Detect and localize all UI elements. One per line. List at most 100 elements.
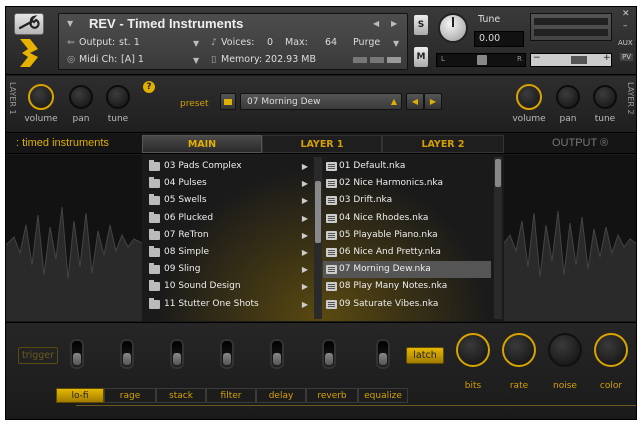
bits-knob[interactable] xyxy=(456,333,490,367)
folder-scroll-thumb[interactable] xyxy=(315,181,321,243)
purge-dropdown-icon[interactable]: ▼ xyxy=(393,39,399,48)
fx-tab-filter[interactable]: filter xyxy=(206,388,256,403)
preset-dropdown-icon[interactable]: ▲ xyxy=(391,94,397,110)
help-icon[interactable]: ? xyxy=(143,81,155,93)
aux-button[interactable]: AUX xyxy=(618,39,633,47)
trigger-button[interactable]: trigger xyxy=(18,347,58,364)
voices-value: 0 xyxy=(267,37,274,48)
fx-tab-equalize[interactable]: equalize xyxy=(358,388,408,403)
file-item[interactable]: 05 Playable Piano.nka xyxy=(323,227,491,244)
step-toggle[interactable] xyxy=(170,339,184,369)
file-item[interactable]: 06 Nice And Pretty.nka xyxy=(323,244,491,261)
minimize-icon[interactable]: – xyxy=(623,21,628,31)
chevron-right-icon: ▶ xyxy=(301,230,308,240)
folder-item[interactable]: 06 Plucked ▶ xyxy=(144,210,312,227)
layer1-pan-knob[interactable] xyxy=(69,85,93,109)
tab-output[interactable]: OUTPUT ® xyxy=(552,137,608,149)
folder-scrollbar[interactable] xyxy=(314,157,322,319)
voices-label: Voices: xyxy=(221,37,255,48)
fx-tab-rage[interactable]: rage xyxy=(104,388,156,403)
file-item[interactable]: 07 Morning Dew.nka xyxy=(323,261,491,279)
file-item[interactable]: 08 Play Many Notes.nka xyxy=(323,278,491,295)
folder-icon xyxy=(149,228,160,240)
preset-folder-icon[interactable] xyxy=(220,93,236,110)
wrench-icon[interactable] xyxy=(14,13,44,35)
fx-tab-reverb[interactable]: reverb xyxy=(306,388,358,403)
file-item[interactable]: 01 Default.nka xyxy=(323,158,491,175)
file-item[interactable]: 04 Nice Rhodes.nka xyxy=(323,210,491,227)
folder-item[interactable]: 08 Simple ▶ xyxy=(144,244,312,261)
folder-item[interactable]: 09 Sling ▶ xyxy=(144,261,312,278)
pan-handle[interactable] xyxy=(477,55,487,65)
chevron-right-icon: ▶ xyxy=(301,213,308,223)
file-item[interactable]: 09 Saturate Vibes.nka xyxy=(323,296,491,313)
fx-tab-lo-fi[interactable]: lo-fi xyxy=(56,388,104,403)
purge-menu[interactable]: Purge xyxy=(353,37,380,48)
color-knob[interactable] xyxy=(594,333,628,367)
volume-slider[interactable]: − + xyxy=(530,53,612,67)
fx-tab-delay[interactable]: delay xyxy=(256,388,306,403)
volume-handle[interactable] xyxy=(571,56,587,64)
next-instrument-icon[interactable]: ▶ xyxy=(391,19,397,28)
layer2-volume-knob[interactable] xyxy=(516,84,542,110)
fx-tab-stack[interactable]: stack xyxy=(156,388,206,403)
mute-button[interactable]: M xyxy=(414,47,428,67)
tab-layer1[interactable]: LAYER 1 xyxy=(262,135,382,153)
pan-slider[interactable]: L R xyxy=(436,53,526,67)
folder-item[interactable]: 04 Pulses ▶ xyxy=(144,175,312,192)
preset-file-icon xyxy=(326,179,337,189)
close-icon[interactable]: ✕ xyxy=(622,9,630,19)
layer2-tune-knob[interactable] xyxy=(593,85,617,109)
tab-main[interactable]: MAIN xyxy=(142,135,262,153)
step-toggle[interactable] xyxy=(322,339,336,369)
step-toggle[interactable] xyxy=(120,339,134,369)
instrument-title[interactable]: REV - Timed Instruments xyxy=(89,16,243,31)
folder-item[interactable]: 11 Stutter One Shots ▶ xyxy=(144,296,312,313)
folder-item[interactable]: 10 Sound Design ▶ xyxy=(144,278,312,295)
file-item[interactable]: 03 Drift.nka xyxy=(323,192,491,209)
step-toggle[interactable] xyxy=(70,339,84,369)
output-dropdown-icon[interactable]: ▼ xyxy=(193,39,199,48)
folder-label: 06 Plucked xyxy=(164,212,214,223)
midi-channel-value[interactable]: [A] 1 xyxy=(121,54,144,65)
solo-button[interactable]: S xyxy=(414,15,428,35)
folder-item[interactable]: 03 Pads Complex ▶ xyxy=(144,158,312,175)
instrument-header: ▼ REV - Timed Instruments ◀ ▶ ⇐ Output: … xyxy=(6,7,636,75)
pan-left-label: L xyxy=(441,55,445,63)
preset-file-icon xyxy=(326,248,337,257)
noise-knob[interactable] xyxy=(548,333,582,367)
rate-knob[interactable] xyxy=(502,333,536,367)
file-item[interactable]: 02 Nice Harmonics.nka xyxy=(323,175,491,192)
tune-knob[interactable] xyxy=(438,13,468,43)
step-toggle[interactable] xyxy=(220,339,234,369)
midi-dropdown-icon[interactable]: ▼ xyxy=(193,56,199,65)
collapse-arrow-icon[interactable]: ▼ xyxy=(67,19,73,28)
layer1-tune-knob[interactable] xyxy=(106,85,130,109)
layer2-pan-knob[interactable] xyxy=(556,85,580,109)
volume-minus[interactable]: − xyxy=(533,53,541,63)
preset-dropdown[interactable]: 07 Morning Dew ▲ xyxy=(240,93,402,110)
preset-file-icon xyxy=(326,282,337,292)
prev-instrument-icon[interactable]: ◀ xyxy=(373,19,379,28)
prev-preset-icon[interactable]: ◀ xyxy=(406,93,424,110)
pv-button[interactable]: PV xyxy=(620,53,634,61)
pan-right-label: R xyxy=(517,55,522,63)
chevron-right-icon: ▶ xyxy=(301,282,308,292)
step-toggle[interactable] xyxy=(376,339,390,369)
output-value[interactable]: st. 1 xyxy=(119,37,140,48)
file-scroll-thumb[interactable] xyxy=(495,159,501,187)
tab-layer2[interactable]: LAYER 2 xyxy=(382,135,504,153)
chevron-right-icon: ▶ xyxy=(301,162,308,171)
layer1-volume-knob[interactable] xyxy=(28,84,54,110)
folder-item[interactable]: 07 ReTron ▶ xyxy=(144,227,312,244)
folder-item[interactable]: 05 Swells ▶ xyxy=(144,192,312,209)
step-toggle[interactable] xyxy=(270,339,284,369)
max-value[interactable]: 64 xyxy=(325,37,337,48)
next-preset-icon[interactable]: ▶ xyxy=(424,93,442,110)
memory-value: 202.93 MB xyxy=(265,54,316,65)
tune-value[interactable]: 0.00 xyxy=(474,31,524,47)
file-scrollbar[interactable] xyxy=(494,157,502,319)
latch-button[interactable]: latch xyxy=(406,347,444,364)
volume-plus[interactable]: + xyxy=(603,53,611,63)
main-area: 03 Pads Complex ▶ 04 Pulses ▶ 05 Swells ▶ 06 P… xyxy=(6,155,636,321)
